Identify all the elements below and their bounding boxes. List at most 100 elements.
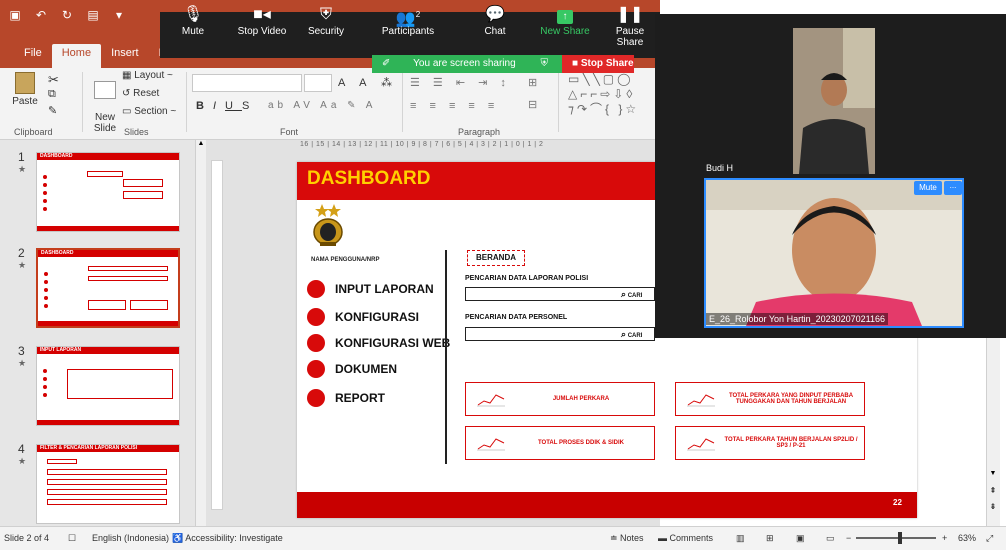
font-format-buttons[interactable]: BIUS <box>196 100 258 112</box>
normal-view-icon[interactable]: ▥ <box>736 533 745 544</box>
card-label: TOTAL PERKARA YANG DINPUT PERBABA TUNGGA… <box>728 393 854 405</box>
card-jumlah-perkara[interactable]: JUMLAH PERKARA <box>465 382 655 416</box>
mute-button[interactable]: 🎙 Mute <box>178 4 208 37</box>
search-police-report-label: PENCARIAN DATA LAPORAN POLISI <box>465 275 589 282</box>
participant-more-button[interactable]: ... <box>944 181 962 195</box>
menu-konfigurasi[interactable]: KONFIGURASI <box>307 308 419 326</box>
zoom-slider-handle[interactable] <box>898 532 902 544</box>
thumb-number: 3 <box>18 344 25 358</box>
thumbnail-scrollbar[interactable]: ▲ <box>196 140 206 526</box>
format-painter-icon[interactable]: ✎ <box>48 104 57 117</box>
smartart-icon[interactable]: ⊟ <box>528 98 537 111</box>
new-slide-button[interactable]: New Slide <box>90 70 120 134</box>
pin-icon[interactable]: ✐ <box>382 58 390 69</box>
zoom-out-icon[interactable]: − <box>846 533 851 543</box>
search-personnel-button[interactable]: ⌕ CARI <box>621 329 642 340</box>
transition-star-icon: ★ <box>18 456 27 466</box>
card-label: JUMLAH PERKARA <box>552 396 610 402</box>
save-icon[interactable]: ▣ <box>8 8 22 22</box>
accessibility-label: Accessibility: Investigate <box>185 533 283 543</box>
undo-icon[interactable]: ↶ <box>34 8 48 22</box>
paste-label: Paste <box>12 96 38 107</box>
notes-button[interactable]: ≐ Notes <box>610 533 644 544</box>
security-label: Security <box>307 26 345 37</box>
zoom-in-icon[interactable]: + <box>942 533 947 543</box>
security-button[interactable]: ⛨ Security <box>304 4 348 37</box>
share-icon: ↑ <box>540 4 590 26</box>
stop-share-label: Stop Share <box>580 58 634 69</box>
spellcheck-icon[interactable]: ☐ <box>68 533 76 544</box>
font-name-box[interactable] <box>192 74 302 92</box>
tab-file[interactable]: File <box>14 44 52 68</box>
slide-thumbnail-4[interactable]: FILTER & PENCARIAN LAPORAN POLISI <box>36 444 180 524</box>
slide-thumbnail-3[interactable]: INPUT LAPORAN <box>36 346 180 426</box>
customize-qat-icon[interactable]: ▾ <box>112 8 126 22</box>
editor-scrollbar[interactable]: ▼ ⇞ ⇟ <box>986 338 1000 526</box>
fit-to-window-icon[interactable]: ⤢ <box>986 533 993 544</box>
new-share-button[interactable]: ↑ New Share <box>540 4 590 37</box>
separator <box>402 72 403 132</box>
beranda-tab[interactable]: BERANDA <box>467 250 525 266</box>
search-police-report-button[interactable]: ⌕ CARI <box>621 289 642 300</box>
menu-label: KONFIGURASI WEB <box>335 336 451 350</box>
menu-report[interactable]: REPORT <box>307 389 385 407</box>
layout-button[interactable]: ▦ Layout ~ <box>122 70 173 81</box>
comments-button[interactable]: ▬ Comments <box>658 533 713 543</box>
cut-icon[interactable]: ✂ <box>48 72 59 88</box>
new-slide-icon <box>94 81 116 99</box>
reset-button[interactable]: ↺ Reset <box>122 88 159 99</box>
participants-button[interactable]: 👥2 Participants <box>378 4 438 37</box>
scroll-up-icon[interactable]: ▲ <box>196 140 206 147</box>
participants-label: Participants <box>381 26 435 37</box>
slide-sorter-icon[interactable]: ⊞ <box>766 533 774 544</box>
text-direction-icon[interactable]: ⊞ <box>528 76 537 89</box>
participant-video-tile-2[interactable] <box>704 178 964 328</box>
next-slide-icon[interactable]: ⇟ <box>987 502 999 511</box>
security-shield-icon: ⛨ <box>540 58 548 69</box>
slide-thumbnail-1[interactable]: DASHBOARD <box>36 152 180 232</box>
accessibility-status[interactable]: ♿ Accessibility: Investigate <box>172 533 283 544</box>
tab-insert[interactable]: Insert <box>101 44 149 68</box>
pause-share-button[interactable]: ❚❚ Pause Share <box>604 4 656 48</box>
stop-share-button[interactable]: ■ Stop Share <box>562 55 634 73</box>
scroll-down-icon[interactable]: ▼ <box>987 470 999 477</box>
participant-mute-button[interactable]: Mute <box>914 181 942 195</box>
section-button[interactable]: ▭ Section ~ <box>122 106 176 117</box>
menu-input-laporan[interactable]: INPUT LAPORAN <box>307 280 434 298</box>
language-indicator[interactable]: English (Indonesia) <box>92 533 169 543</box>
tab-home[interactable]: Home <box>51 44 102 68</box>
prev-slide-icon[interactable]: ⇞ <box>987 486 999 495</box>
pause-share-label: Pause Share <box>615 26 645 48</box>
redo-icon[interactable]: ↻ <box>60 8 74 22</box>
card-total-proses-ddik-sidik[interactable]: TOTAL PROSES DDIK & SIDIK <box>465 426 655 460</box>
copy-icon[interactable]: ⧉ <box>48 88 56 101</box>
stop-video-button[interactable]: ■◂ Stop Video <box>234 4 290 37</box>
font-size-buttons[interactable]: A A ⁂ <box>338 76 398 89</box>
paste-button[interactable]: Paste <box>10 72 40 107</box>
menu-label: DOKUMEN <box>335 362 397 376</box>
font-size-box[interactable] <box>304 74 332 92</box>
card-total-perkara-tahun-berjalan[interactable]: TOTAL PERKARA TAHUN BERJALAN SP2LID / SP… <box>675 426 865 460</box>
menu-konfigurasi-web[interactable]: KONFIGURASI WEB <box>307 334 450 352</box>
group-font: Font <box>280 127 299 137</box>
zoom-slider-track[interactable] <box>856 537 936 539</box>
shapes-gallery[interactable]: ▭╲╲▢◯ △⌐⌐⇨⇩◊ ⁊↷⌒{ }☆ <box>568 72 639 117</box>
presenter-icon[interactable]: ▤ <box>86 8 100 22</box>
list-buttons[interactable]: ☰ ☰ ⇤ ⇥ ↕ <box>410 76 511 89</box>
card-total-perkara-diinput[interactable]: TOTAL PERKARA YANG DINPUT PERBABA TUNGGA… <box>675 382 865 416</box>
font-extra-buttons[interactable]: ab AV Aa ✎ A <box>268 100 376 111</box>
stop-video-label: Stop Video <box>237 26 287 37</box>
comments-icon: ▬ <box>658 533 670 543</box>
chat-button[interactable]: 💬 Chat <box>480 4 510 37</box>
reading-view-icon[interactable]: ▣ <box>796 533 805 544</box>
new-slide-label: New Slide <box>93 112 117 134</box>
zoom-level[interactable]: 63% <box>958 533 976 543</box>
slideshow-icon[interactable]: ▭ <box>826 533 835 544</box>
menu-dokumen[interactable]: DOKUMEN <box>307 360 397 378</box>
participant-video-tile-1[interactable] <box>793 28 875 174</box>
menu-bullet-icon <box>307 389 325 407</box>
vertical-divider <box>445 250 447 464</box>
align-buttons[interactable]: ≡ ≡ ≡ ≡ ≡ <box>410 100 499 112</box>
slide-thumbnail-2[interactable]: DASHBOARD <box>36 248 180 328</box>
participant-video-image <box>793 28 875 174</box>
